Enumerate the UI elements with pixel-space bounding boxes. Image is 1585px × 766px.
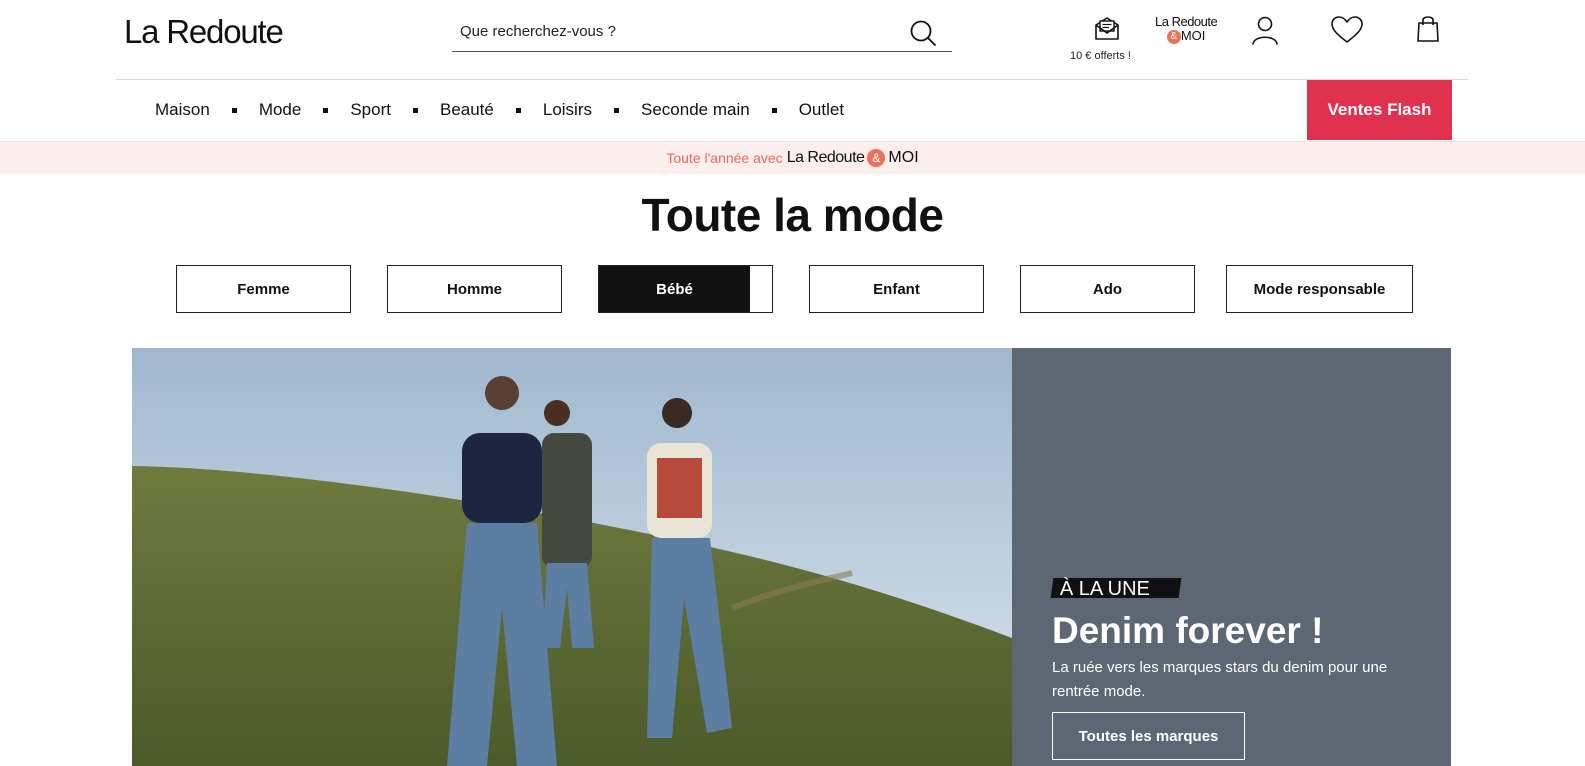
- nav-item-loisirs[interactable]: Loisirs: [543, 100, 592, 120]
- page-title: Toute la mode: [641, 189, 944, 241]
- category-label: Homme: [446, 280, 502, 298]
- offers-envelope-icon: [1095, 17, 1119, 40]
- promo-text: Toute l'année avec: [666, 150, 783, 166]
- loyalty-logo-amp: &: [1166, 29, 1181, 44]
- search-icon: [910, 20, 936, 46]
- hero-title: Denim forever !: [1052, 610, 1324, 651]
- hero-banner: À LA UNE Denim forever ! La ruée vers le…: [132, 348, 1451, 766]
- loyalty-logo-brand: La Redoute: [1155, 14, 1218, 29]
- wishlist-heart-icon: [1331, 16, 1363, 43]
- hero-image[interactable]: [132, 348, 1012, 766]
- nav-item-beaute[interactable]: Beauté: [440, 100, 494, 120]
- search-button[interactable]: [908, 18, 938, 48]
- account-button[interactable]: [1250, 14, 1280, 51]
- category-femme-button[interactable]: Femme: [176, 265, 351, 313]
- offers-button[interactable]: [1092, 13, 1122, 48]
- cart-bag-icon: [1417, 16, 1439, 42]
- category-label: Bébé: [656, 280, 693, 298]
- nav-separator: [515, 107, 521, 113]
- all-brands-button[interactable]: Toutes les marques: [1052, 712, 1245, 760]
- category-enfant-button[interactable]: Enfant: [809, 265, 984, 313]
- nav-item-maison[interactable]: Maison: [155, 100, 210, 120]
- hero-tag-text: À LA UNE: [1059, 578, 1150, 600]
- loyalty-promo-banner[interactable]: Toute l'année avec La Redoute & MOI: [0, 142, 1585, 174]
- loyalty-logo-moi: & MOI: [1155, 29, 1217, 44]
- account-icon: [1252, 16, 1278, 45]
- hero-tag: À LA UNE: [1050, 578, 1182, 600]
- wishlist-button[interactable]: [1330, 15, 1364, 50]
- category-label: Ado: [1092, 280, 1123, 298]
- promo-moi: MOI: [888, 149, 919, 166]
- nav-item-seconde-main[interactable]: Seconde main: [641, 100, 750, 120]
- site-header: La Redoute 10 € offerts ! La Redoute &MO…: [0, 0, 1585, 79]
- category-ado-button[interactable]: Ado: [1020, 265, 1195, 313]
- nav-separator: [412, 107, 418, 113]
- category-label: Enfant: [873, 280, 920, 298]
- nav-item-mode[interactable]: Mode: [259, 100, 302, 120]
- nav-separator: [771, 107, 777, 113]
- nav-item-outlet[interactable]: Outlet: [799, 100, 844, 120]
- hero-photo-illustration: [132, 348, 1012, 766]
- category-active-indicator: [750, 266, 772, 312]
- ventes-flash-button[interactable]: Ventes Flash: [1307, 80, 1452, 140]
- promo-brand: La Redoute: [786, 149, 865, 166]
- hero-text-panel: À LA UNE Denim forever ! La ruée vers le…: [1012, 348, 1451, 766]
- main-navigation: Maison Mode Sport Beauté Loisirs Seconde…: [155, 80, 844, 140]
- hero-description: La ruée vers les marques stars du denim …: [1052, 659, 1388, 700]
- category-label: Mode responsable: [1253, 280, 1386, 298]
- search-input[interactable]: [452, 14, 882, 48]
- category-homme-button[interactable]: Homme: [387, 265, 562, 313]
- category-bebe-button[interactable]: Bébé: [598, 265, 773, 313]
- nav-item-sport[interactable]: Sport: [350, 100, 391, 120]
- category-label: Femme: [237, 280, 290, 298]
- nav-separator: [323, 107, 329, 113]
- nav-separator: [614, 107, 619, 113]
- nav-separator: [231, 107, 237, 113]
- loyalty-program-link[interactable]: La Redoute & MOI: [1155, 14, 1218, 44]
- cart-button[interactable]: [1414, 13, 1442, 48]
- loyalty-logo-moi-text: MOI: [1180, 28, 1206, 43]
- offers-label[interactable]: 10 € offerts !: [1070, 50, 1131, 62]
- site-logo[interactable]: La Redoute: [124, 13, 284, 51]
- search-bar: [452, 14, 952, 52]
- category-mode-responsable-button[interactable]: Mode responsable: [1226, 265, 1413, 313]
- promo-amp: &: [867, 149, 886, 167]
